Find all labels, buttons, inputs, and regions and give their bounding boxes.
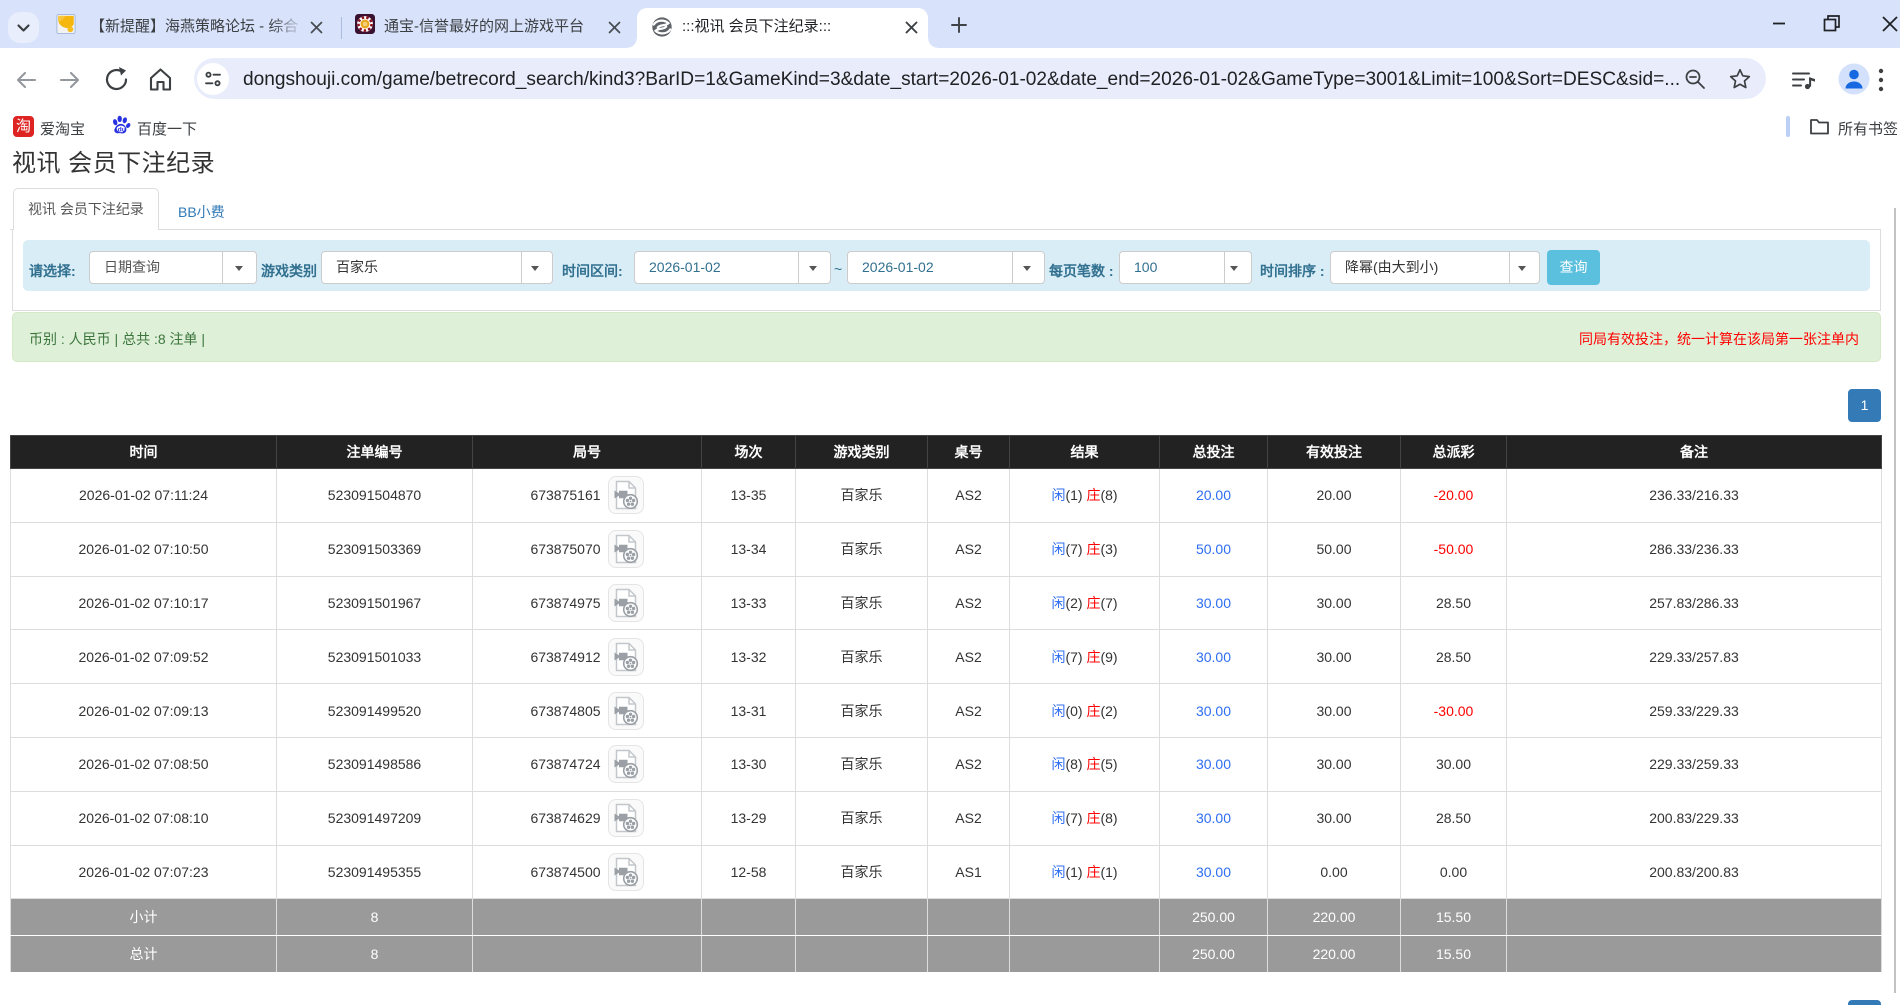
svg-text:du: du: [118, 126, 126, 133]
